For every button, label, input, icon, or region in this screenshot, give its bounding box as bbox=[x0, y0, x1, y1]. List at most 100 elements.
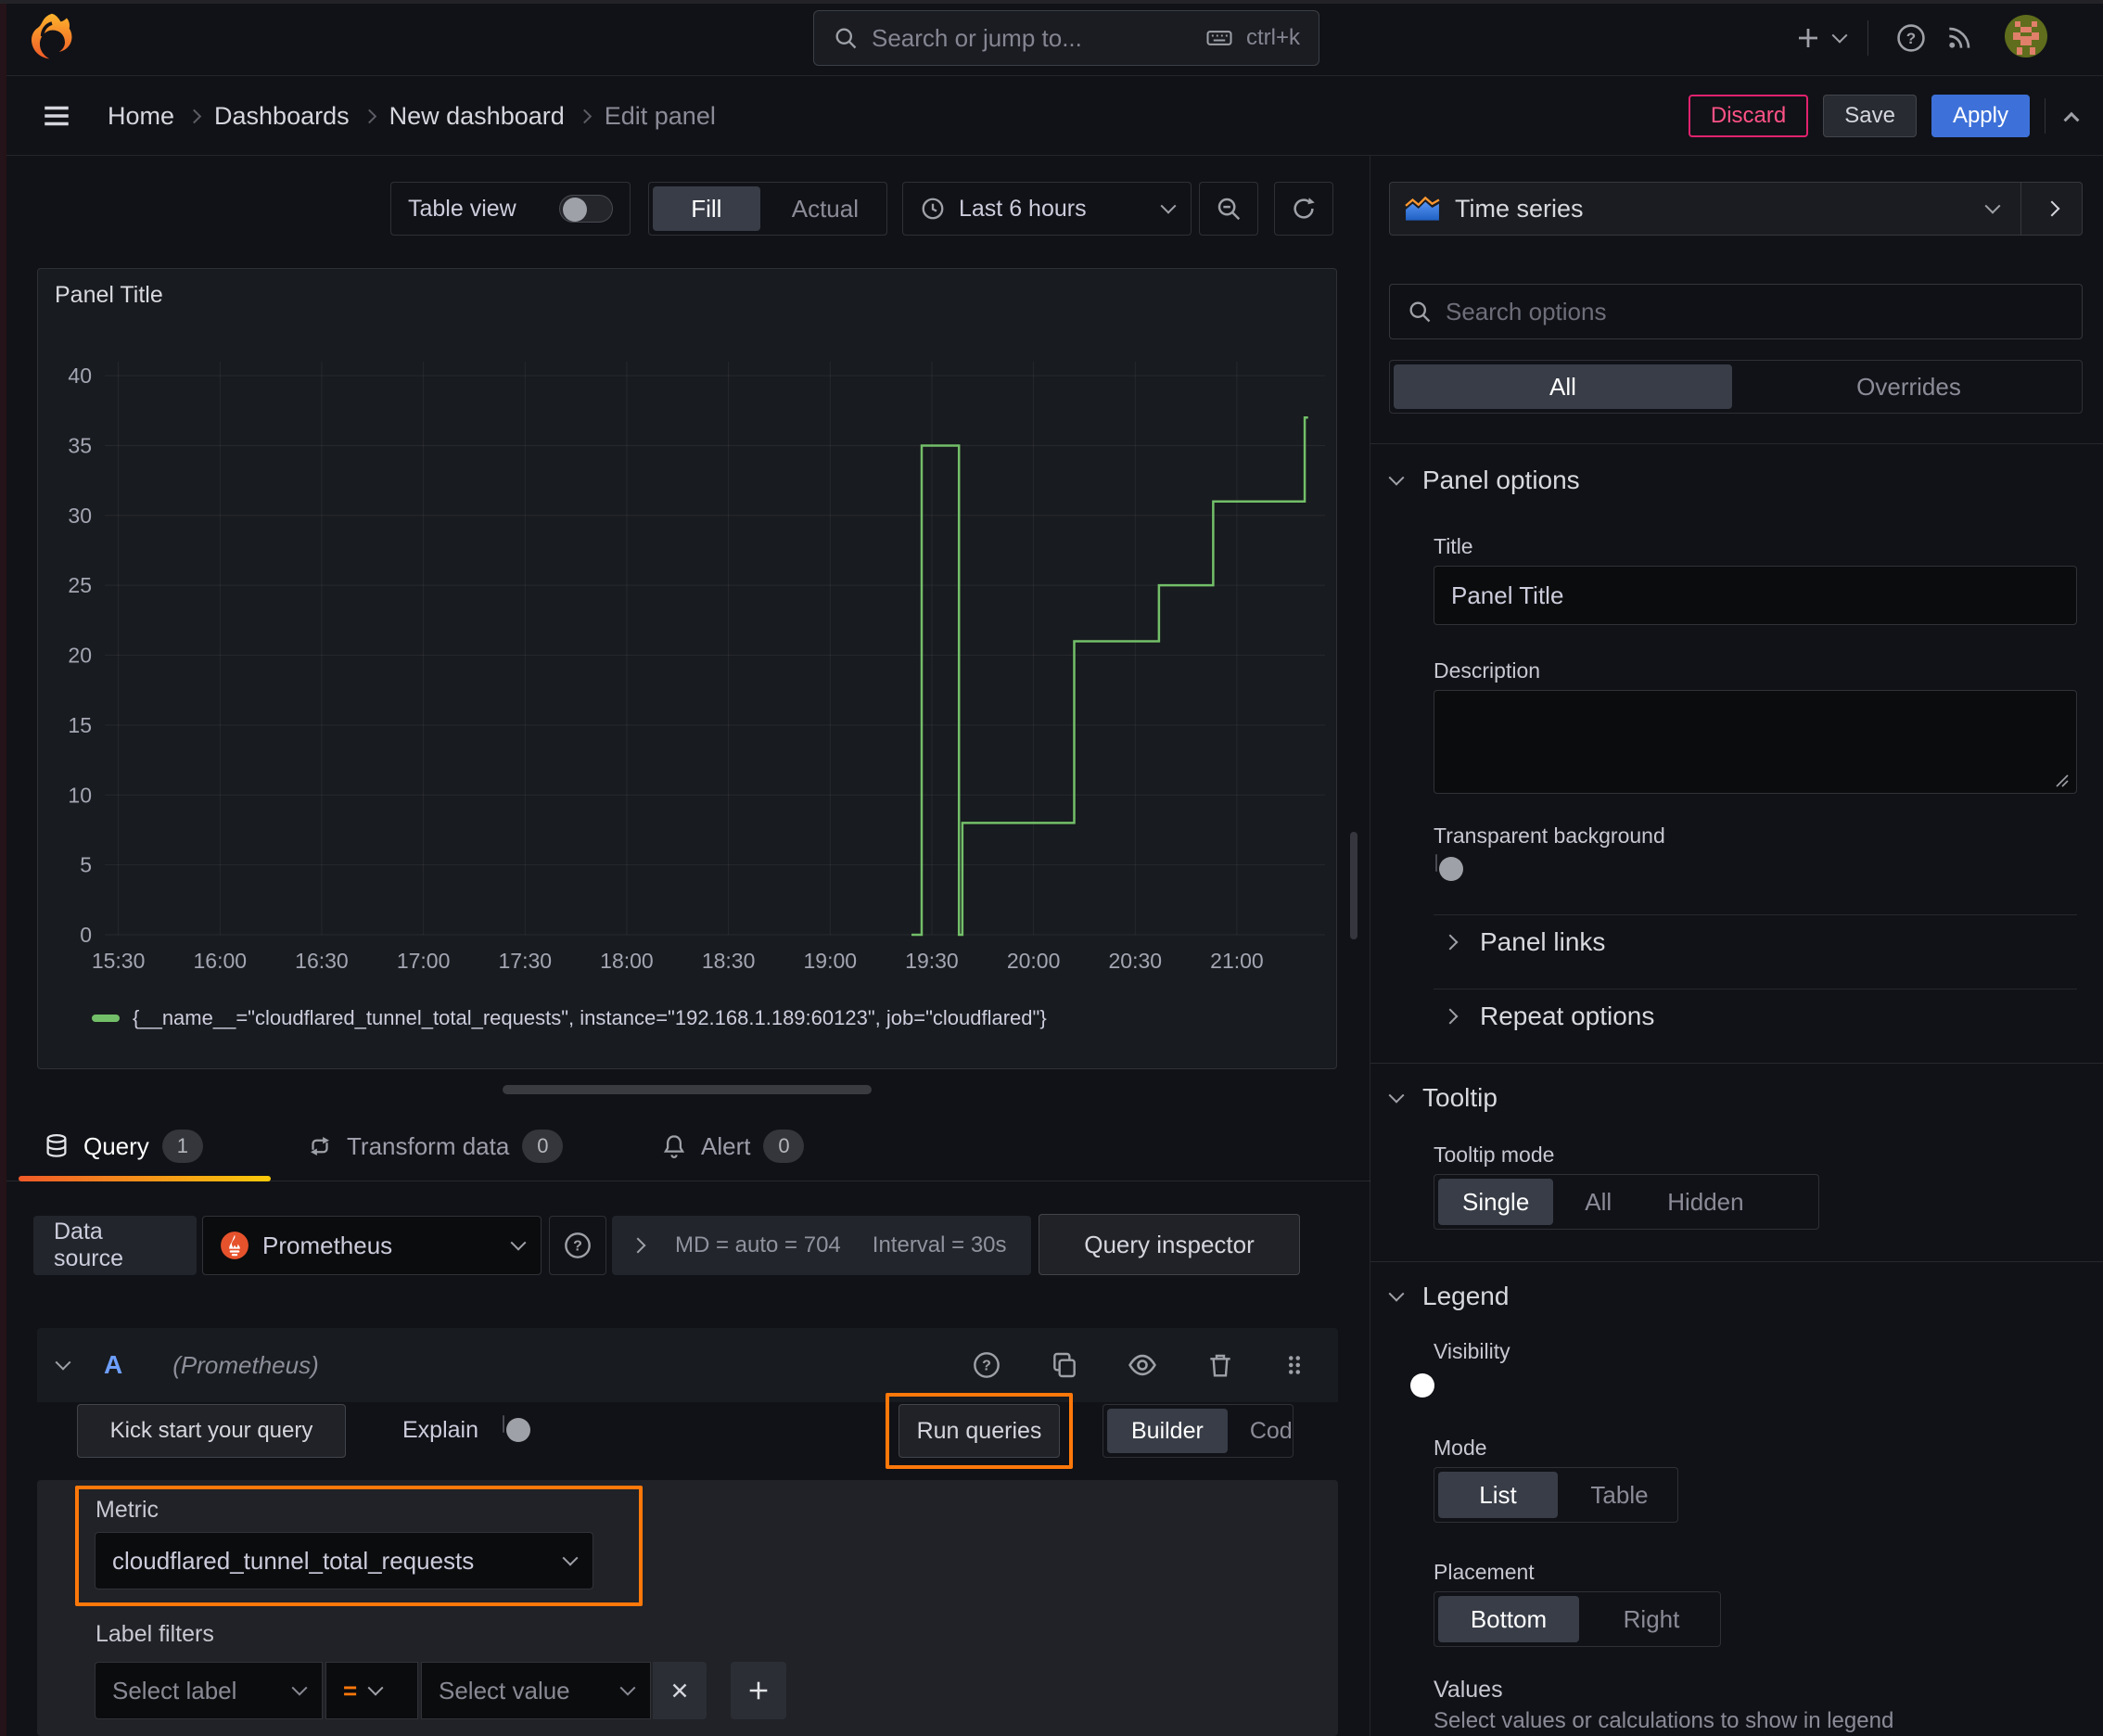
grafana-edit-panel-screen: Search or jump to... ctrl+k ? Home Dashb… bbox=[0, 0, 2103, 1736]
legend-mode-table[interactable]: Table bbox=[1561, 1468, 1677, 1522]
tooltip-mode-single[interactable]: Single bbox=[1438, 1179, 1554, 1225]
code-option[interactable]: Code bbox=[1231, 1405, 1293, 1457]
datasource-help-button[interactable]: ? bbox=[549, 1216, 606, 1275]
keyboard-icon bbox=[1205, 24, 1233, 52]
series-name-label: {__name__="cloudflared_tunnel_total_requ… bbox=[133, 1006, 1047, 1029]
help-icon[interactable]: ? bbox=[1891, 22, 1931, 54]
run-queries-button[interactable]: Run queries bbox=[899, 1404, 1060, 1458]
breadcrumb-home[interactable]: Home bbox=[108, 102, 174, 131]
time-range-picker[interactable]: Last 6 hours bbox=[902, 182, 1192, 236]
datasource-label-chip: Data source bbox=[33, 1216, 197, 1275]
panel-options-header[interactable]: Panel options bbox=[1388, 466, 1580, 495]
collapse-header-icon[interactable] bbox=[2063, 111, 2080, 128]
panel-resize-handle[interactable] bbox=[503, 1085, 872, 1094]
tooltip-mode-hidden[interactable]: Hidden bbox=[1639, 1175, 1771, 1229]
search-options-input[interactable]: Search options bbox=[1389, 284, 2083, 339]
delete-query-trash-icon[interactable] bbox=[1193, 1350, 1247, 1380]
menu-hamburger-icon[interactable] bbox=[41, 100, 72, 132]
metric-chevron-icon bbox=[562, 1550, 579, 1566]
svg-text:17:30: 17:30 bbox=[499, 949, 553, 973]
panel-title-input[interactable] bbox=[1434, 566, 2077, 625]
select-value-dropdown[interactable]: Select value bbox=[421, 1662, 651, 1719]
discard-button[interactable]: Discard bbox=[1688, 95, 1809, 137]
all-overrides-tabs: All Overrides bbox=[1389, 360, 2083, 414]
select-label-dropdown[interactable]: Select label bbox=[95, 1662, 323, 1719]
metric-select[interactable]: cloudflared_tunnel_total_requests bbox=[95, 1532, 593, 1589]
window-edge-top bbox=[0, 0, 2103, 4]
actual-option[interactable]: Actual bbox=[764, 183, 886, 235]
user-avatar[interactable] bbox=[2004, 14, 2048, 63]
grafana-logo-icon[interactable] bbox=[26, 11, 78, 63]
repeat-options-header[interactable]: Repeat options bbox=[1442, 1002, 1654, 1031]
datasource-chevron-icon bbox=[510, 1234, 527, 1251]
plus-icon bbox=[746, 1678, 771, 1704]
svg-text:25: 25 bbox=[68, 573, 92, 597]
builder-option[interactable]: Builder bbox=[1107, 1409, 1228, 1453]
add-new-chevron-icon[interactable] bbox=[1831, 27, 1848, 44]
placement-bottom[interactable]: Bottom bbox=[1438, 1596, 1579, 1642]
legend-section-header[interactable]: Legend bbox=[1388, 1282, 1509, 1311]
drag-handle-icon[interactable] bbox=[1271, 1351, 1318, 1379]
svg-text:20:00: 20:00 bbox=[1007, 949, 1061, 973]
datasource-picker[interactable]: Prometheus bbox=[202, 1216, 542, 1275]
inset-divider bbox=[1434, 914, 2077, 915]
query-help-icon[interactable]: ? bbox=[960, 1350, 1013, 1380]
add-new-icon[interactable] bbox=[1790, 24, 1827, 52]
svg-text:17:00: 17:00 bbox=[397, 949, 451, 973]
tab-transform-count: 0 bbox=[522, 1130, 564, 1163]
breadcrumb-edit-panel: Edit panel bbox=[604, 101, 716, 130]
global-search-input[interactable]: Search or jump to... ctrl+k bbox=[813, 10, 1319, 66]
tab-query-label: Query bbox=[83, 1131, 149, 1160]
query-options-strip[interactable]: MD = auto = 704 Interval = 30s bbox=[612, 1216, 1031, 1275]
visibility-label: Visibility bbox=[1434, 1339, 1510, 1363]
hide-response-eye-icon[interactable] bbox=[1115, 1349, 1169, 1381]
tooltip-mode-all[interactable]: All bbox=[1557, 1175, 1639, 1229]
description-textarea[interactable] bbox=[1434, 690, 2077, 794]
refresh-button[interactable] bbox=[1274, 182, 1333, 236]
scrollbar-thumb[interactable] bbox=[1350, 832, 1357, 939]
breadcrumb-separator-icon bbox=[186, 108, 202, 123]
query-row-collapse-icon[interactable] bbox=[55, 1354, 71, 1371]
kick-start-label: Kick start your query bbox=[109, 1418, 313, 1443]
tab-transform-data[interactable]: Transform data 0 bbox=[306, 1130, 564, 1163]
explain-toggle[interactable] bbox=[503, 1415, 530, 1442]
viz-suggestions-button[interactable] bbox=[2020, 183, 2082, 235]
breadcrumb-dashboards[interactable]: Dashboards bbox=[214, 102, 350, 131]
svg-text:0: 0 bbox=[80, 923, 92, 947]
save-button[interactable]: Save bbox=[1823, 95, 1917, 137]
panel-links-header[interactable]: Panel links bbox=[1442, 927, 1605, 957]
query-row-header[interactable]: A (Prometheus) ? bbox=[37, 1328, 1338, 1402]
duplicate-query-icon[interactable] bbox=[1038, 1350, 1091, 1380]
operator-dropdown[interactable]: = bbox=[325, 1662, 418, 1719]
explain-label: Explain bbox=[402, 1417, 478, 1443]
placement-right[interactable]: Right bbox=[1583, 1592, 1720, 1646]
svg-text:18:30: 18:30 bbox=[702, 949, 756, 973]
add-filter-button[interactable] bbox=[731, 1662, 786, 1719]
kick-start-query-button[interactable]: Kick start your query bbox=[77, 1404, 346, 1458]
zoom-out-button[interactable] bbox=[1199, 182, 1258, 236]
transparent-background-toggle[interactable] bbox=[1435, 854, 1463, 881]
query-ref-id[interactable]: A bbox=[104, 1350, 122, 1380]
legend-item[interactable]: {__name__="cloudflared_tunnel_total_requ… bbox=[92, 1006, 1047, 1030]
time-series-chart[interactable]: 0 5 10 15 20 25 30 35 40 15:30 16:00 16:30 17:00 17:3… bbox=[38, 315, 1338, 1028]
tab-overrides[interactable]: Overrides bbox=[1736, 361, 2082, 413]
tooltip-section-header[interactable]: Tooltip bbox=[1388, 1083, 1498, 1113]
news-rss-icon[interactable] bbox=[1939, 23, 1980, 53]
query-inspector-button[interactable]: Query inspector bbox=[1039, 1214, 1300, 1275]
window-edge-left bbox=[0, 0, 6, 1736]
textarea-resize-icon[interactable] bbox=[2053, 772, 2070, 788]
legend-placement-switch: Bottom Right bbox=[1434, 1591, 1721, 1647]
fill-option[interactable]: Fill bbox=[653, 186, 760, 231]
apply-button[interactable]: Apply bbox=[1931, 95, 2030, 137]
legend-mode-list[interactable]: List bbox=[1438, 1472, 1558, 1518]
tab-query[interactable]: Query 1 bbox=[43, 1130, 203, 1163]
breadcrumb-new-dashboard[interactable]: New dashboard bbox=[389, 102, 565, 131]
tab-alert[interactable]: Alert 0 bbox=[660, 1130, 805, 1163]
chart-panel[interactable]: Panel Title 0 5 10 15 20 25 30 35 40 15:30 16:00 16… bbox=[37, 268, 1337, 1069]
remove-filter-button[interactable] bbox=[653, 1662, 707, 1719]
max-data-points-label: MD = auto = 704 bbox=[675, 1232, 841, 1257]
table-view-toggle[interactable] bbox=[559, 195, 613, 223]
visualization-picker[interactable]: Time series bbox=[1389, 182, 2083, 236]
tab-all[interactable]: All bbox=[1394, 364, 1732, 409]
time-series-viz-icon bbox=[1405, 196, 1440, 222]
